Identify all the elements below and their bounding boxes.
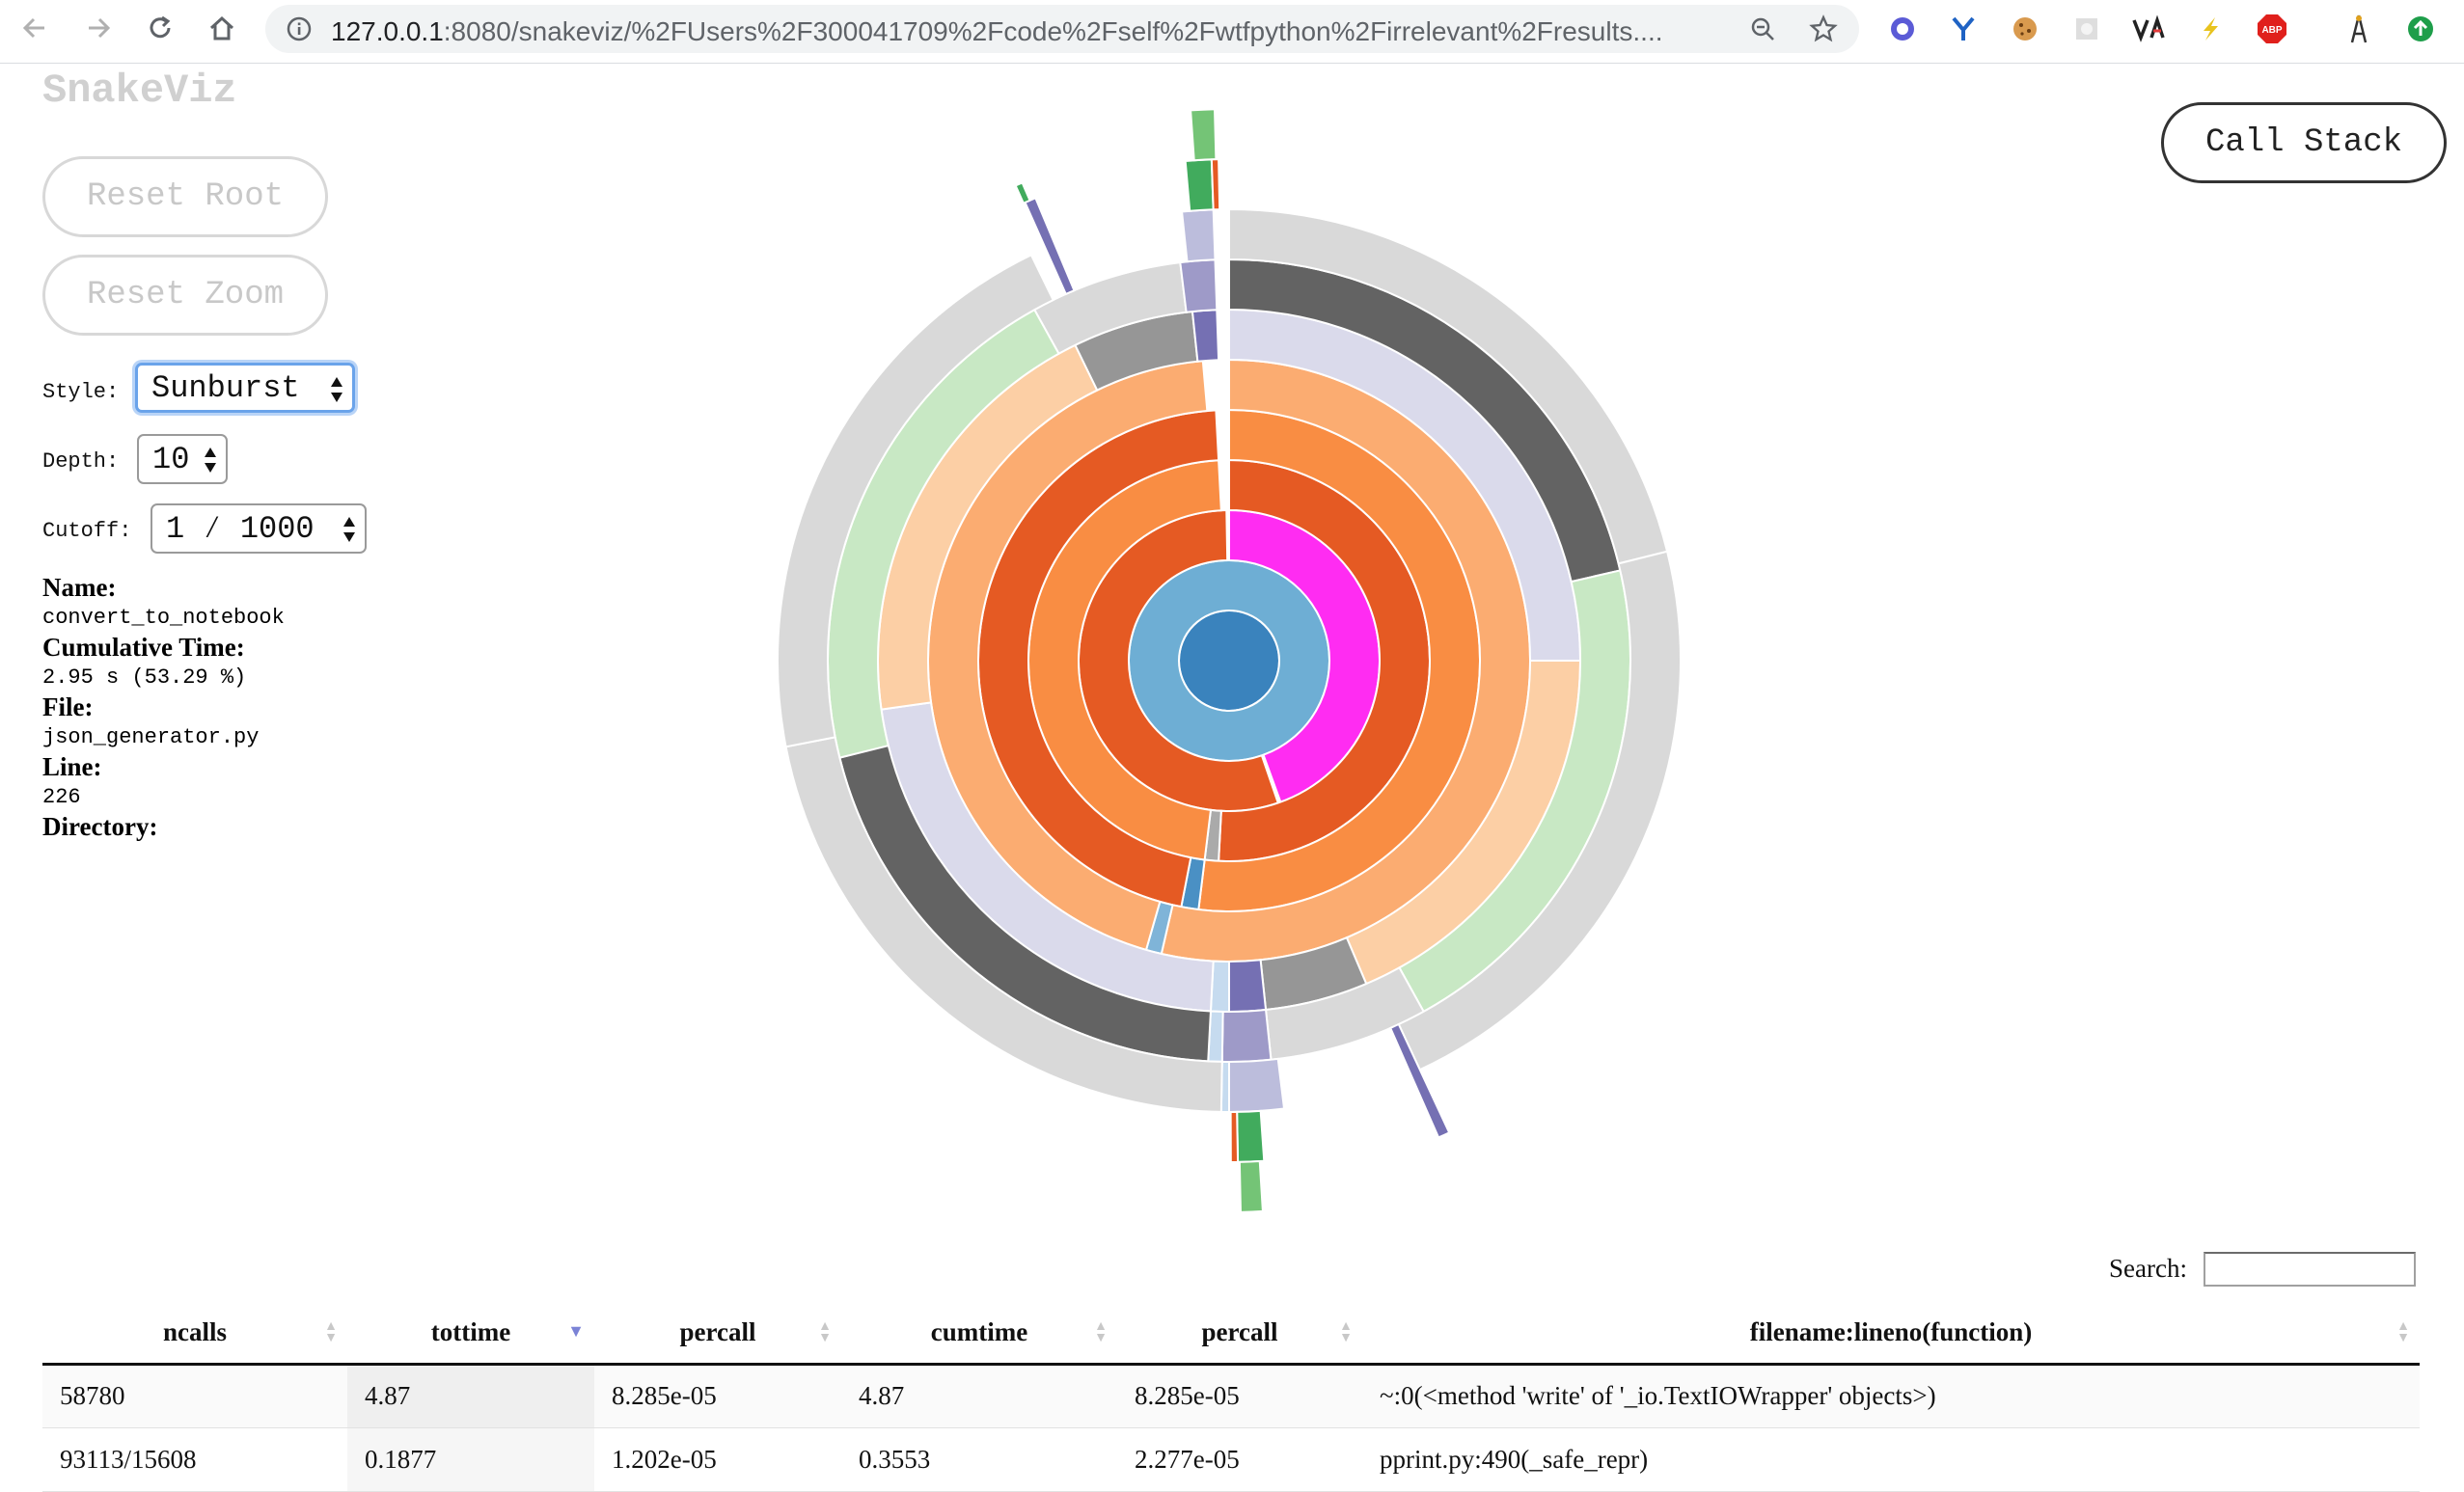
search-input[interactable] — [2204, 1252, 2416, 1287]
url-host: 127.0.0.1 — [331, 16, 444, 46]
reload-icon — [150, 15, 171, 39]
sort-icon: ▲ ▼ — [1339, 1319, 1353, 1345]
sunburst-segment[interactable] — [1229, 1110, 1240, 1164]
sort-icon: ▲ ▼ — [2396, 1319, 2410, 1345]
sunburst-segment[interactable] — [1228, 1057, 1286, 1114]
cell-ncalls: 58780 — [42, 1364, 347, 1428]
sunburst-segment[interactable] — [1228, 959, 1268, 1014]
sunburst-segment[interactable] — [1180, 208, 1217, 263]
header-label: percall — [679, 1316, 756, 1346]
table-row[interactable]: 58780 4.87 8.285e-05 4.87 8.285e-05 ~:0(… — [42, 1364, 2420, 1428]
stats-table: ncalls ▲ ▼ tottime ▼ percall ▲ ▼ cumtime ▲ ▼ pe… — [42, 1302, 2420, 1492]
cell-percall2: 2.277e-05 — [1117, 1427, 1362, 1492]
home-button[interactable] — [203, 9, 241, 47]
header-label: tottime — [430, 1316, 511, 1346]
gray-ext-icon[interactable] — [2070, 13, 2103, 45]
arrow-right-icon — [89, 17, 111, 39]
sunburst-segment[interactable] — [1190, 108, 1218, 162]
cell-tottime: 0.1877 — [347, 1427, 594, 1492]
table-row[interactable]: 93113/15608 0.1877 1.202e-05 0.3553 2.27… — [42, 1427, 2420, 1492]
browser-toolbar: 127.0.0.1:8080/snakeviz/%2FUsers%2F30004… — [0, 0, 2464, 64]
shield-ext-icon[interactable] — [1886, 13, 1919, 45]
col-percall2-header[interactable]: percall ▲ ▼ — [1117, 1302, 1362, 1366]
forward-button[interactable] — [79, 9, 118, 47]
cell-percall: 8.285e-05 — [594, 1364, 841, 1428]
table-header-row: ncalls ▲ ▼ tottime ▼ percall ▲ ▼ cumtime ▲ ▼ pe… — [42, 1302, 2420, 1366]
sort-desc-icon: ▼ — [567, 1321, 585, 1341]
reload-button[interactable] — [141, 9, 179, 47]
url-text: 127.0.0.1:8080/snakeviz/%2FUsers%2F30004… — [331, 16, 1730, 47]
update-ext-icon[interactable] — [2404, 13, 2437, 45]
col-ncalls-header[interactable]: ncalls ▲ ▼ — [42, 1302, 347, 1366]
sunburst-segment[interactable] — [1014, 181, 1031, 205]
sort-icon: ▲ ▼ — [1094, 1319, 1108, 1345]
info-icon[interactable] — [287, 16, 312, 41]
sunburst-segment[interactable] — [1191, 309, 1220, 363]
col-cumtime-header[interactable]: cumtime ▲ ▼ — [841, 1302, 1117, 1366]
header-label: filename:lineno(function) — [1749, 1316, 2033, 1346]
cell-tottime: 4.87 — [347, 1364, 594, 1428]
sunburst-segment[interactable] — [1210, 158, 1221, 211]
cell-cumtime: 0.3553 — [841, 1427, 1117, 1492]
adblock-ext-icon[interactable]: ABP — [2256, 13, 2288, 45]
col-tottime-header[interactable]: tottime ▼ — [347, 1302, 594, 1366]
sunburst-segment[interactable] — [1179, 258, 1218, 313]
cell-ncalls: 93113/15608 — [42, 1427, 347, 1492]
zoom-icon[interactable] — [1749, 15, 1776, 42]
cookie-ext-icon[interactable] — [2009, 13, 2041, 45]
sort-icon: ▲ ▼ — [818, 1319, 832, 1345]
cell-cumtime: 4.87 — [841, 1364, 1117, 1428]
col-percall-header[interactable]: percall ▲ ▼ — [594, 1302, 841, 1366]
search-label: Search: — [2109, 1254, 2187, 1283]
header-label: cumtime — [930, 1316, 1028, 1346]
header-label: ncalls — [162, 1316, 227, 1346]
sort-icon: ▲ ▼ — [324, 1319, 338, 1345]
snakeviz-page: SnakeViz Reset Root Reset Zoom Call Stac… — [0, 64, 2464, 1492]
col-function-header[interactable]: filename:lineno(function) ▲ ▼ — [1362, 1302, 2420, 1366]
sunburst-segment[interactable] — [1184, 158, 1215, 212]
cell-function: pprint.py:490(_safe_repr) — [1362, 1427, 2420, 1492]
svg-text:ABP: ABP — [2261, 25, 2282, 36]
header-label: percall — [1201, 1316, 1278, 1346]
sunburst-chart[interactable] — [0, 64, 2464, 1250]
cell-percall2: 8.285e-05 — [1117, 1364, 1362, 1428]
cell-percall: 1.202e-05 — [594, 1427, 841, 1492]
home-icon — [209, 15, 234, 41]
bolt-ext-icon[interactable] — [2194, 13, 2227, 45]
url-path: :8080/snakeviz/%2FUsers%2F300041709%2Fco… — [443, 16, 1663, 46]
via-ext-icon[interactable] — [2132, 13, 2165, 45]
bookmark-star-icon[interactable] — [1809, 14, 1838, 43]
y-ext-icon[interactable] — [1947, 13, 1980, 45]
back-button[interactable] — [15, 9, 54, 47]
sunburst-segment[interactable] — [1236, 1109, 1266, 1163]
sunburst-segment[interactable] — [1220, 1008, 1273, 1063]
arrow-left-icon — [22, 17, 44, 39]
address-bar[interactable]: 127.0.0.1:8080/snakeviz/%2FUsers%2F30004… — [265, 5, 1859, 53]
cell-function: ~:0(<method 'write' of '_io.TextIOWrappe… — [1362, 1364, 2420, 1428]
sunburst-segment[interactable] — [1238, 1159, 1264, 1213]
tower-ext-icon[interactable] — [2342, 13, 2375, 45]
